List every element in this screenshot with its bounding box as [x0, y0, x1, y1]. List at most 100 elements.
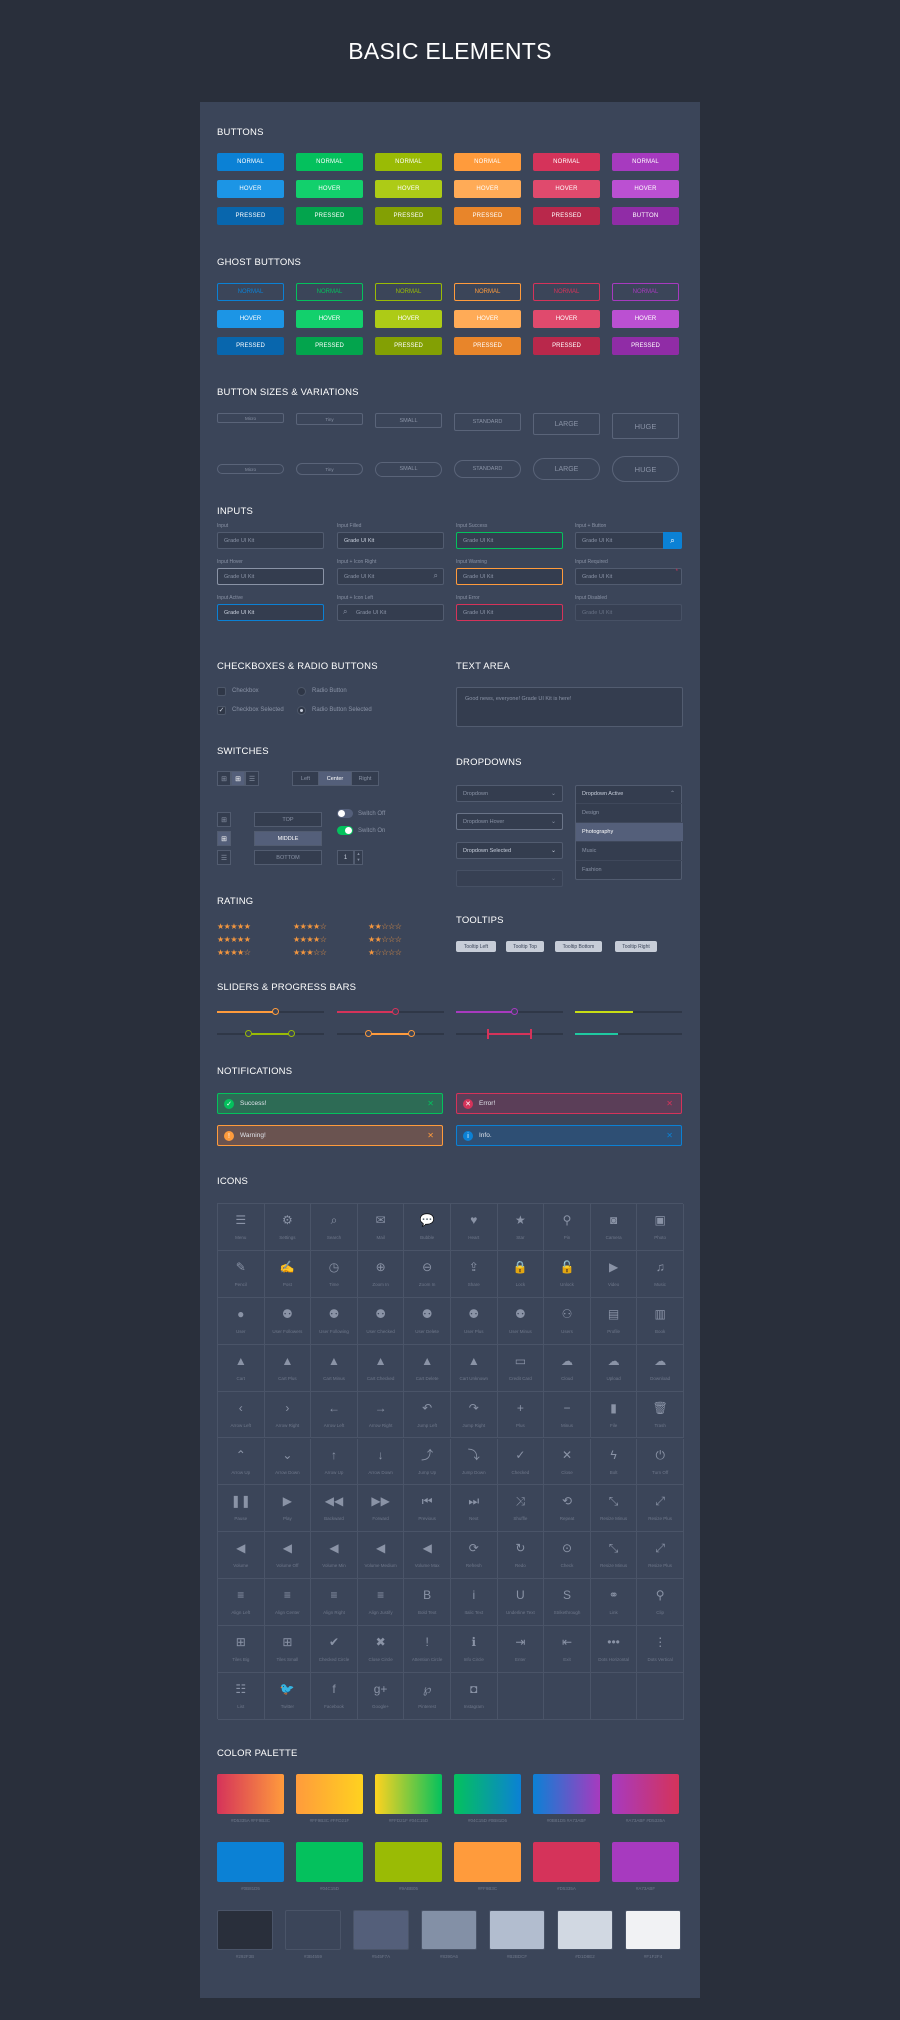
music-icon[interactable]: ♫	[637, 1260, 683, 1274]
resize-minus-icon[interactable]: ⤡	[591, 1494, 637, 1508]
rating-stars[interactable]: ★★★☆☆	[293, 948, 327, 957]
users-icon[interactable]: ⚇	[544, 1307, 590, 1321]
refresh-icon[interactable]: ⟳	[451, 1541, 497, 1555]
button-normal[interactable]: NORMAL	[375, 153, 442, 171]
star-icon[interactable]: ★	[498, 1213, 544, 1227]
search-icon[interactable]: ⌕	[311, 1213, 357, 1227]
radio-button-selected[interactable]	[297, 706, 306, 715]
ghost-button-pressed[interactable]: PRESSED	[375, 337, 442, 355]
resize-plus-icon[interactable]: ⤢	[637, 1494, 683, 1508]
zoom-in-icon[interactable]: ⊕	[358, 1260, 404, 1274]
button-hover[interactable]: HOVER	[533, 180, 600, 198]
stepper-arrows[interactable]: ▲ ▼	[354, 850, 363, 865]
long-arrow-right-icon[interactable]: →	[358, 1401, 404, 1415]
list-toggle[interactable]: ☰	[245, 771, 259, 786]
ghost-button-normal[interactable]: NORMAL	[454, 283, 521, 301]
vertical-middle[interactable]: MIDDLE	[254, 831, 322, 846]
ghost-button-pressed[interactable]: PRESSED	[454, 337, 521, 355]
bolt-icon[interactable]: ϟ	[591, 1448, 637, 1462]
italic-text-icon[interactable]: i	[451, 1588, 497, 1602]
underline-text-icon[interactable]: U	[498, 1588, 544, 1602]
jump-left-icon[interactable]: ↶	[404, 1401, 450, 1415]
rating-stars[interactable]: ★★★★★	[217, 935, 251, 944]
button-size-small[interactable]: SMALL	[375, 461, 442, 477]
tiles-big-icon[interactable]: ⊞	[218, 1635, 264, 1649]
check-circle-icon[interactable]: ⊙	[544, 1541, 590, 1555]
long-arrow-up-icon[interactable]: ↑	[311, 1448, 357, 1462]
user-following-icon[interactable]: ⚉	[311, 1307, 357, 1321]
dropdown-option[interactable]: Design	[576, 803, 683, 822]
cart-delete-icon[interactable]: ▲	[404, 1354, 450, 1368]
jump-up-icon[interactable]: ⤴	[404, 1448, 450, 1462]
segment-center[interactable]: Center	[318, 771, 352, 786]
resize-minus-2-icon[interactable]: ⤡	[591, 1541, 637, 1555]
play-icon[interactable]: ▶	[265, 1494, 311, 1508]
close-icon[interactable]: ✕	[427, 1131, 434, 1140]
clip-icon[interactable]: ⚲	[637, 1588, 683, 1602]
button-hover[interactable]: HOVER	[375, 180, 442, 198]
long-arrow-left-icon[interactable]: ←	[311, 1401, 357, 1415]
next-icon[interactable]: ⏭	[451, 1494, 497, 1508]
tiles-big-toggle[interactable]: ⊞	[231, 771, 245, 786]
repeat-icon[interactable]: ⟲	[544, 1494, 590, 1508]
close-icon[interactable]: ✕	[666, 1099, 673, 1108]
stepper-value[interactable]: 1	[337, 850, 354, 865]
button-size-small[interactable]: SMALL	[375, 413, 442, 428]
rating-stars[interactable]: ★★★★★	[217, 922, 251, 931]
file-icon[interactable]: ▮	[591, 1401, 637, 1415]
rating-stars[interactable]: ★★☆☆☆	[368, 922, 402, 931]
input-field[interactable]: Grade UI Kit	[217, 568, 324, 585]
long-arrow-down-icon[interactable]: ↓	[358, 1448, 404, 1462]
button-hover[interactable]: HOVER	[296, 180, 363, 198]
turn-off-icon[interactable]: ⏻	[637, 1448, 683, 1462]
button-size-micro[interactable]: Micro	[217, 413, 284, 423]
button-size-large[interactable]: LARGE	[533, 413, 600, 435]
ghost-button-normal[interactable]: NORMAL	[612, 283, 679, 301]
close-icon[interactable]: ✕	[427, 1099, 434, 1108]
input-field[interactable]: Grade UI Kit	[456, 532, 563, 549]
settings-icon[interactable]: ⚙	[265, 1213, 311, 1227]
vertical-bottom[interactable]: BOTTOM	[254, 850, 322, 865]
list-toggle-2[interactable]: ☰	[217, 850, 231, 865]
ghost-button-normal[interactable]: NORMAL	[375, 283, 442, 301]
previous-icon[interactable]: ⏮	[404, 1494, 450, 1508]
button-size-tiny[interactable]: Tiny	[296, 463, 363, 475]
input-field[interactable]: Grade UI Kit ⌕	[337, 568, 444, 585]
align-justify-icon[interactable]: ≡	[358, 1588, 404, 1602]
heart-icon[interactable]: ♥	[451, 1213, 497, 1227]
button-size-micro[interactable]: Micro	[217, 464, 284, 474]
tiles-small-toggle-2[interactable]: ⊞	[217, 812, 231, 827]
dots-vertical-icon[interactable]: ⋮	[637, 1635, 683, 1649]
ghost-button-normal[interactable]: NORMAL	[533, 283, 600, 301]
align-right-icon[interactable]: ≡	[311, 1588, 357, 1602]
button-pressed[interactable]: PRESSED	[533, 207, 600, 225]
post-icon[interactable]: ✍	[265, 1260, 311, 1274]
checkbox[interactable]	[217, 687, 226, 696]
dropdown-active[interactable]: Dropdown Active ⌃ Design Photography Mus…	[575, 785, 683, 880]
trash-icon[interactable]: 🗑	[637, 1401, 683, 1415]
ghost-button-pressed[interactable]: PRESSED	[533, 337, 600, 355]
ghost-button-hover[interactable]: HOVER	[612, 310, 679, 328]
volume-min-icon[interactable]: ◀	[311, 1541, 357, 1555]
align-center-icon[interactable]: ≡	[265, 1588, 311, 1602]
ghost-button-pressed[interactable]: PRESSED	[612, 337, 679, 355]
pencil-icon[interactable]: ✎	[218, 1260, 264, 1274]
switch-off[interactable]	[337, 809, 353, 818]
ghost-button-normal[interactable]: NORMAL	[296, 283, 363, 301]
cloud-icon[interactable]: ☁	[544, 1354, 590, 1368]
ghost-button-pressed[interactable]: PRESSED	[217, 337, 284, 355]
link-icon[interactable]: ⚭	[591, 1588, 637, 1602]
lock-icon[interactable]: 🔒	[498, 1260, 544, 1274]
share-icon[interactable]: ⇪	[451, 1260, 497, 1274]
google-plus-icon[interactable]: g+	[358, 1682, 404, 1696]
arrow-left-icon[interactable]: ‹	[218, 1401, 264, 1415]
rating-stars[interactable]: ★★★★☆	[293, 935, 327, 944]
ghost-button-hover[interactable]: HOVER	[375, 310, 442, 328]
button-hover[interactable]: HOVER	[612, 180, 679, 198]
text-area[interactable]: Good news, everyone! Grade UI Kit is her…	[456, 687, 683, 727]
slider-handle[interactable]	[364, 1030, 372, 1037]
cart-unknown-icon[interactable]: ▲	[451, 1354, 497, 1368]
volume-max-icon[interactable]: ◀	[404, 1541, 450, 1555]
info-circle-icon[interactable]: ℹ	[451, 1635, 497, 1649]
close-icon[interactable]: ✕	[666, 1131, 673, 1140]
